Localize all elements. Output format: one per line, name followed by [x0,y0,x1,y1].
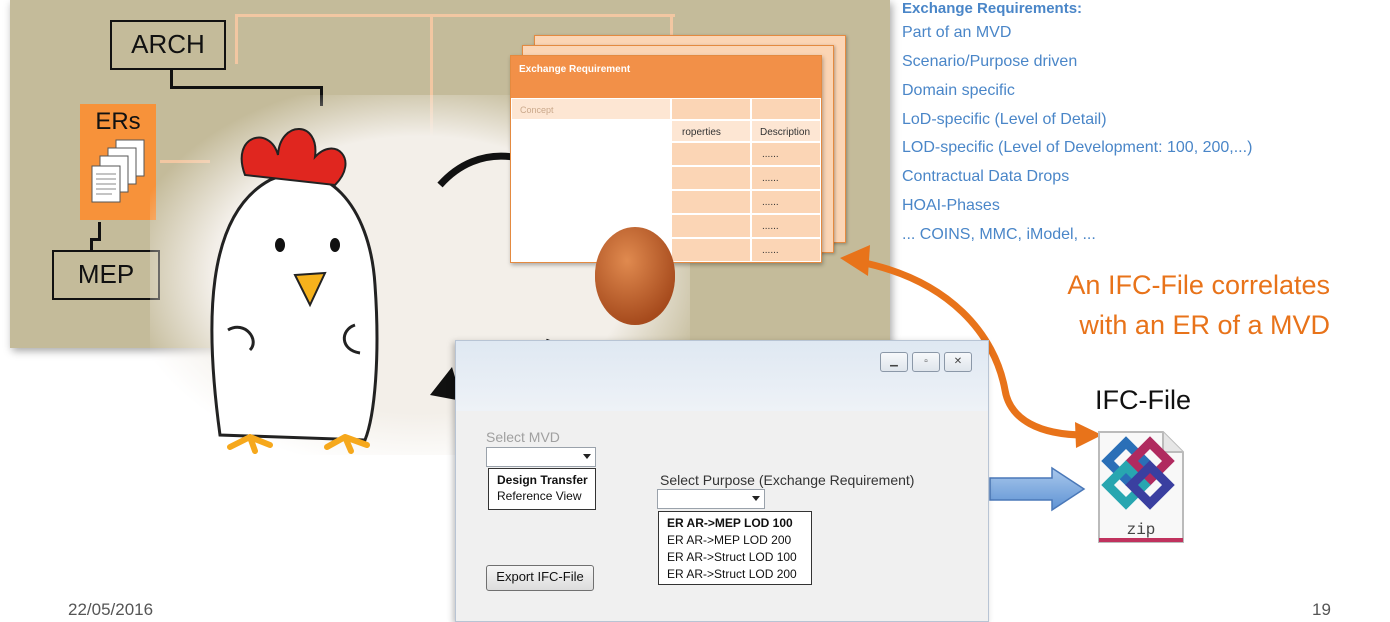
connector-line [235,14,238,64]
requirement-item: LoD-specific (Level of Detail) [902,111,1107,128]
purpose-option[interactable]: ER AR->MEP LOD 200 [667,533,791,547]
dialog-body: Select MVD Design Transfer Reference Vie… [456,411,988,621]
correlation-line-2: with an ER of a MVD [1079,310,1330,340]
er-cell: ...... [751,214,821,238]
zip-text: zip [1127,521,1156,539]
mvd-option[interactable]: Design Transfer [497,473,588,487]
er-cell: ...... [751,238,821,262]
mep-box: MEP [52,250,160,300]
select-mvd-label: Select MVD [486,429,560,445]
select-purpose-label: Select Purpose (Exchange Requirement) [660,472,915,488]
arch-box: ARCH [110,20,226,70]
purpose-combobox[interactable] [657,489,765,509]
page-number: 19 [1312,600,1331,619]
close-button[interactable]: ✕ [944,352,972,372]
er-table-header: Exchange Requirement [511,56,821,98]
chevron-down-icon [583,454,591,459]
er-concept-cell: Concept [511,98,671,120]
purpose-option[interactable]: ER AR->MEP LOD 100 [667,516,793,530]
correlation-line-1: An IFC-File correlates [1067,270,1330,300]
egg-image [595,227,675,323]
minimize-button[interactable]: ▁ [880,352,908,372]
er-cell [671,214,751,238]
purpose-option[interactable]: ER AR->Struct LOD 100 [667,550,797,564]
er-cell [671,98,751,120]
er-column-header: roperties [671,120,751,142]
er-cell: ...... [751,190,821,214]
mvd-combobox[interactable] [486,447,596,467]
er-cell [671,190,751,214]
er-cell [671,238,751,262]
ifc-zip-file-icon: zip [1098,431,1184,543]
purpose-options-list: ER AR->MEP LOD 100 ER AR->MEP LOD 200 ER… [658,511,812,585]
er-cell [751,98,821,120]
documents-icon [91,139,145,203]
ers-label: ERs [95,108,141,135]
er-cell: ...... [751,142,821,166]
er-cell [671,166,751,190]
requirement-item: HOAI-Phases [902,197,1000,214]
ifc-file-label: IFC-File [1095,385,1191,415]
er-cell [671,142,751,166]
blue-arrow-icon [989,466,1086,512]
requirements-title: Exchange Requirements: [902,0,1083,17]
dialog-titlebar[interactable]: ▁ ▫ ✕ [456,341,988,411]
export-dialog: ▁ ▫ ✕ Select MVD Design Transfer Referen… [455,340,989,622]
ers-box: ERs [80,104,156,220]
purpose-option[interactable]: ER AR->Struct LOD 200 [667,567,797,581]
requirement-item: Contractual Data Drops [902,168,1070,185]
mvd-option[interactable]: Reference View [497,489,582,503]
export-ifc-file-button[interactable]: Export IFC-File [486,565,594,591]
requirement-item: Part of an MVD [902,24,1012,41]
mvd-options-list: Design Transfer Reference View [488,468,596,510]
requirement-item: Domain specific [902,82,1015,99]
connector-line [235,14,675,17]
connector-line [90,238,93,250]
maximize-button[interactable]: ▫ [912,352,940,372]
chevron-down-icon [752,496,760,501]
requirement-item: Scenario/Purpose driven [902,53,1078,70]
correlation-text: An IFC-File correlates with an ER of a M… [990,265,1330,345]
connector-line [170,86,320,89]
footer-date: 22/05/2016 [68,600,154,619]
requirement-item: LOD-specific (Level of Development: 100,… [902,139,1253,156]
er-cell: ...... [751,166,821,190]
er-column-header: Description [751,120,821,142]
